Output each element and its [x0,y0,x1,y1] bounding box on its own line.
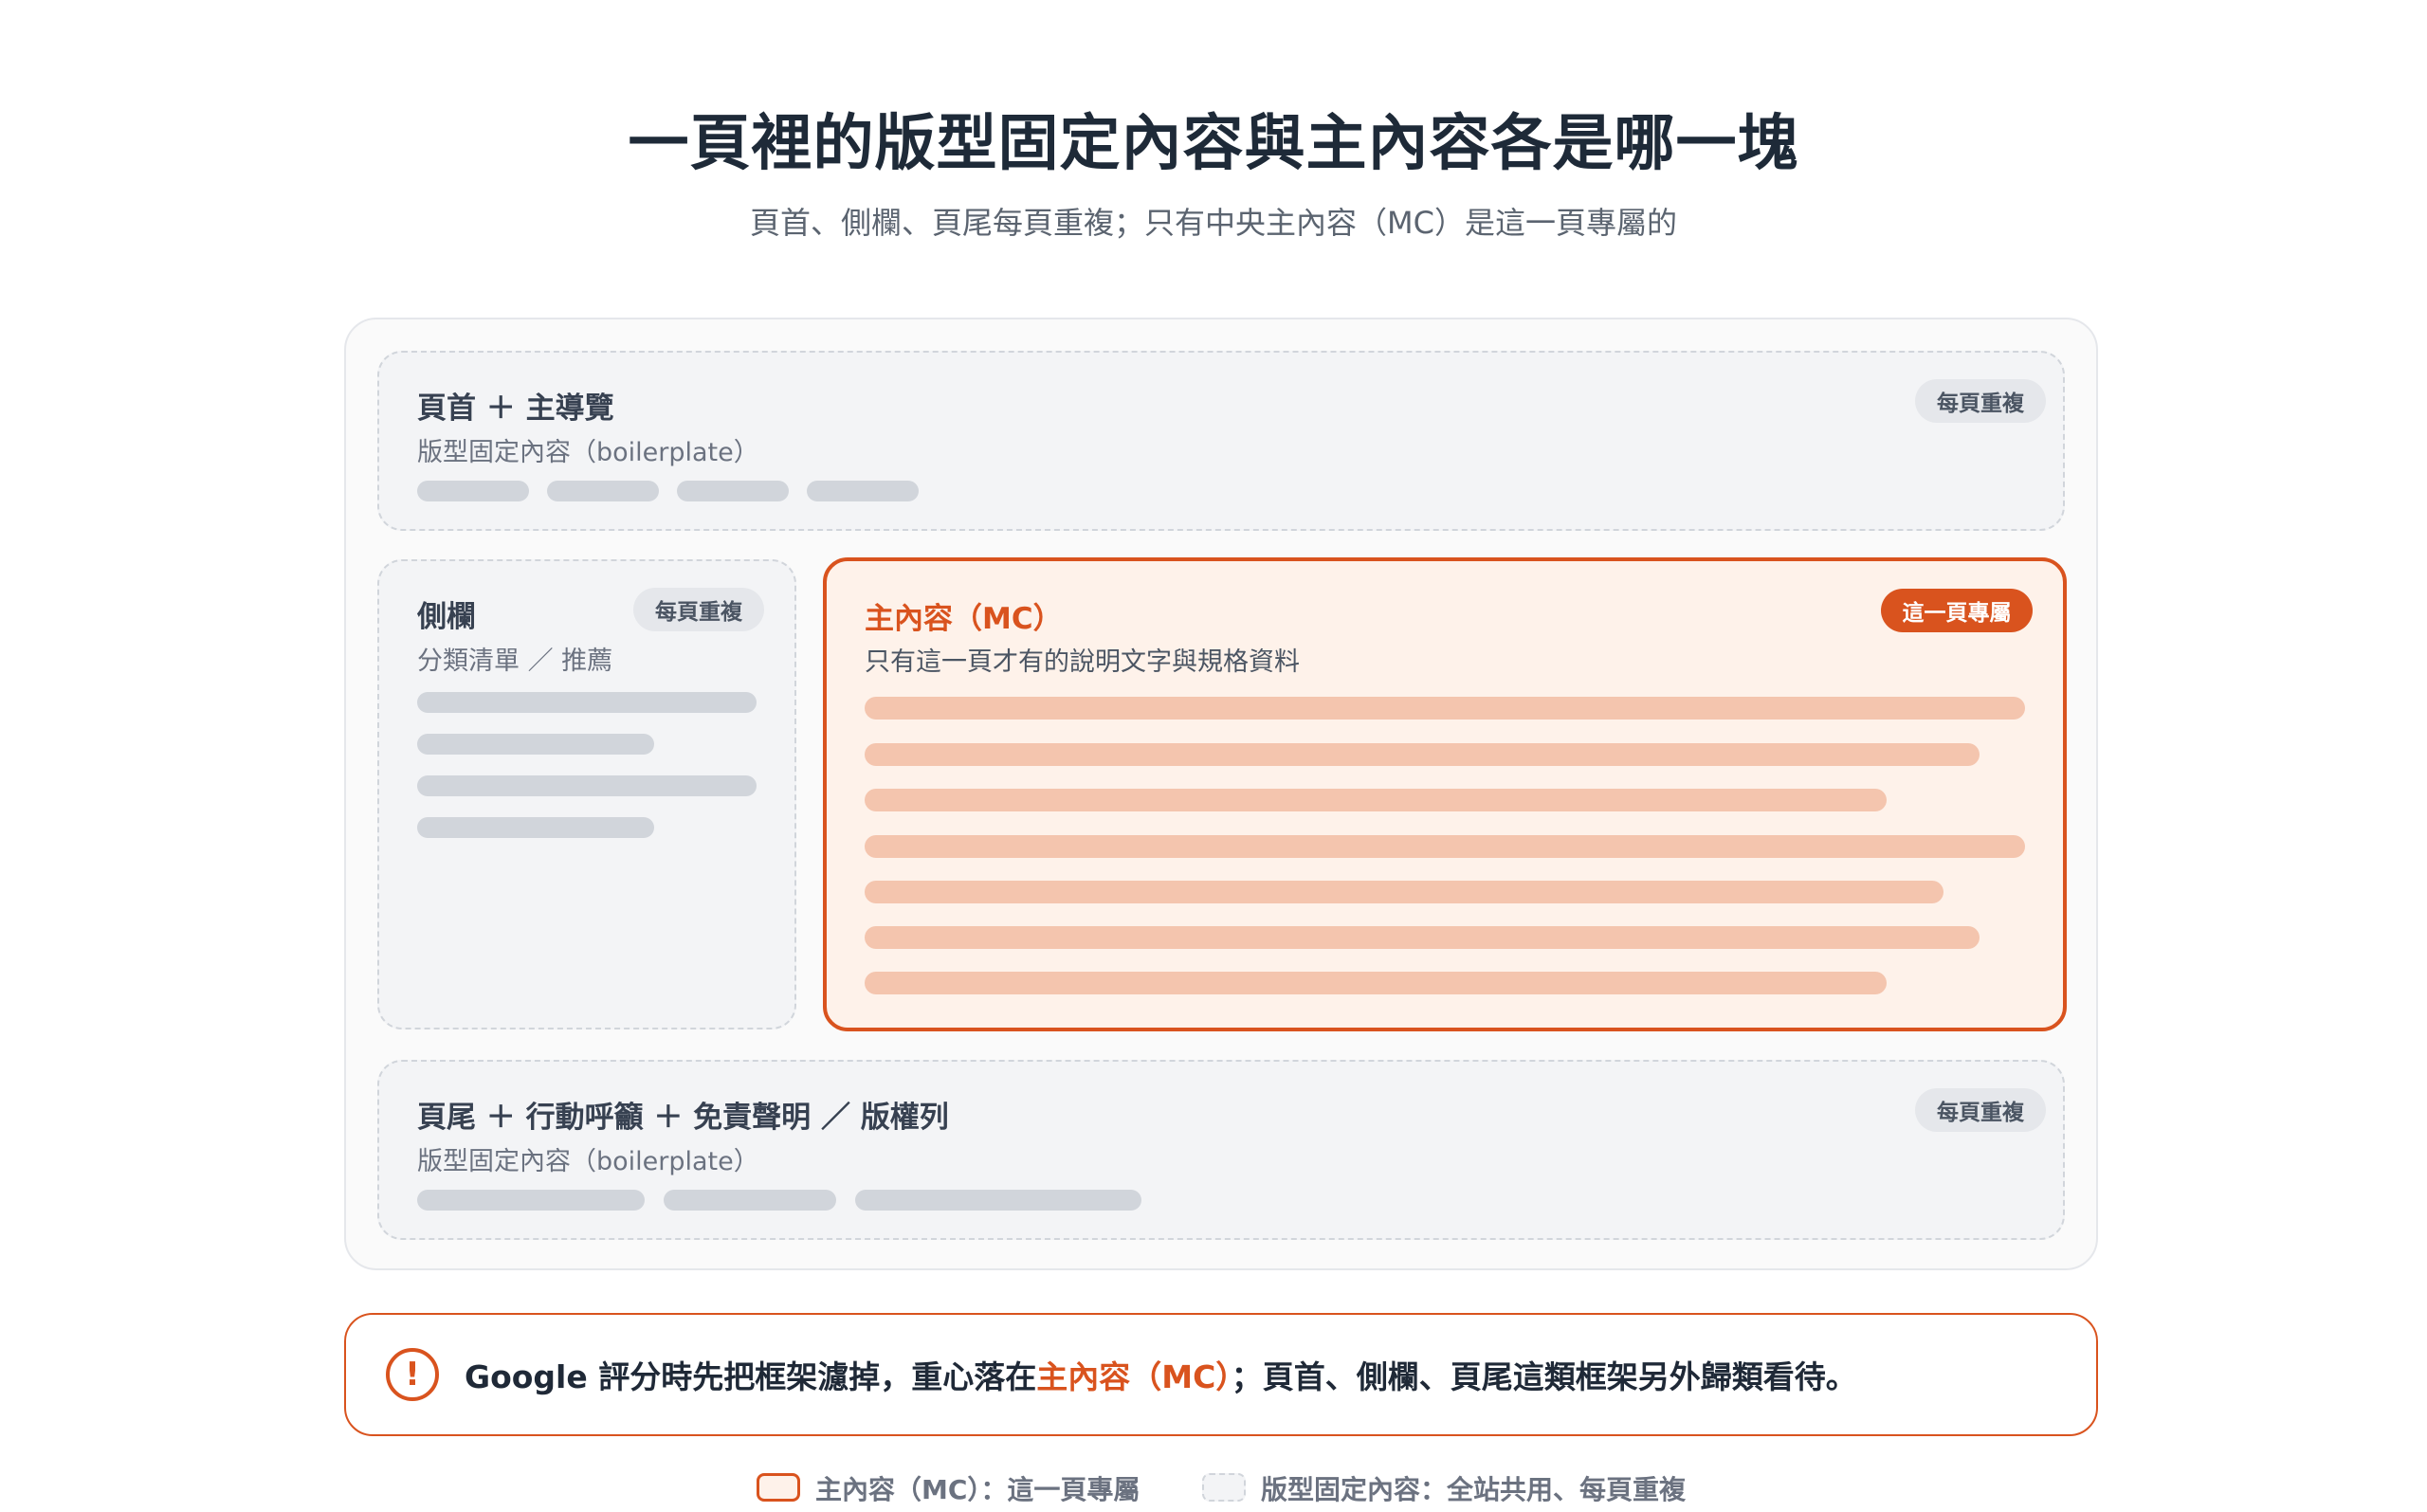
header-nav-placeholder [547,481,659,501]
legend-label-boilerplate: 版型固定內容：全站共用、每頁重複 [1261,1474,1687,1505]
footer-block-subtitle: 版型固定內容（boilerplate） [417,1147,759,1176]
footer-link-placeholder [855,1190,1141,1211]
sidebar-list-placeholder [417,734,654,755]
main-content-text-placeholder [865,881,1943,903]
sidebar-list-placeholder [417,775,757,796]
legend-swatch-boilerplate [1202,1473,1246,1502]
main-content-text-placeholder [865,835,2025,858]
header-block-title: 頁首 ＋ 主導覽 [417,392,614,426]
sidebar-block-subtitle: 分類清單 ／ 推薦 [417,647,613,676]
footer-link-placeholder [664,1190,836,1211]
sidebar-block-title: 側欄 [417,600,476,634]
sidebar-list-placeholder [417,817,654,838]
main-content-text-placeholder [865,789,1887,811]
page-title: 一頁裡的版型固定內容與主內容各是哪一塊 [628,109,1799,179]
main-content-text-placeholder [865,926,1980,949]
alert-circle-icon: ! [386,1348,439,1401]
header-block-subtitle: 版型固定內容（boilerplate） [417,438,759,467]
main-content-title: 主內容（MC） [865,602,1063,636]
footer-repeat-badge: 每頁重複 [1915,1088,2046,1132]
callout-text-part: Google 評分時先把框架濾掉，重心落在 [465,1358,1037,1395]
main-content-text-placeholder [865,972,1887,994]
legend-label-main-content: 主內容（MC）：這一頁專屬 [815,1474,1141,1505]
main-content-text-placeholder [865,697,2025,720]
header-nav-placeholder [677,481,789,501]
header-nav-placeholder [417,481,529,501]
sidebar-repeat-badge: 每頁重複 [633,588,764,631]
callout-text: Google 評分時先把框架濾掉，重心落在主內容（MC）；頁首、側欄、頁尾這類框… [465,1352,1857,1397]
header-repeat-badge: 每頁重複 [1915,379,2046,423]
footer-block-title: 頁尾 ＋ 行動呼籲 ＋ 免責聲明 ／ 版權列 [417,1101,949,1135]
sidebar-list-placeholder [417,692,757,713]
footer-link-placeholder [417,1190,645,1211]
page-unique-badge: 這一頁專屬 [1881,589,2033,632]
callout-text-part: ；頁首、側欄、頁尾這類框架另外歸類看待。 [1231,1358,1857,1395]
main-content-subtitle: 只有這一頁才有的說明文字與規格資料 [865,647,1300,677]
legend-swatch-main-content [757,1473,800,1502]
header-nav-placeholder [807,481,919,501]
callout-accent-text: 主內容（MC） [1036,1358,1232,1395]
main-content-text-placeholder [865,743,1980,766]
page-subtitle: 頁首、側欄、頁尾每頁重複；只有中央主內容（MC）是這一頁專屬的 [750,205,1677,241]
